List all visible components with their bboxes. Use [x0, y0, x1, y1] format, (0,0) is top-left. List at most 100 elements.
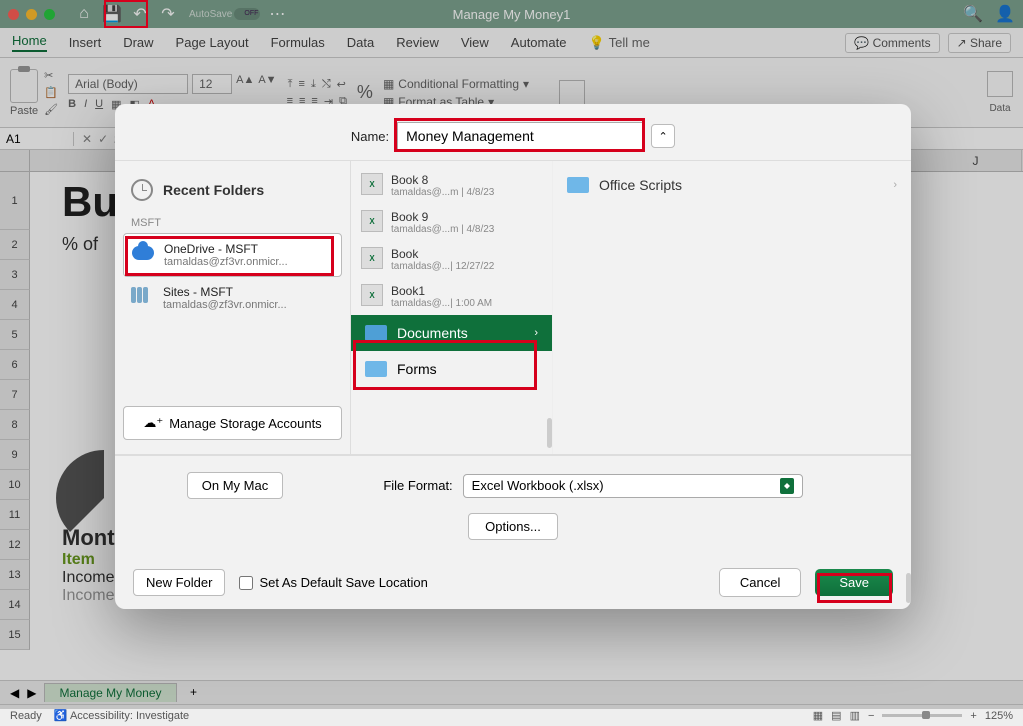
row-header[interactable]: 9 — [0, 440, 30, 470]
analyze-data-icon[interactable] — [987, 71, 1013, 97]
more-icon[interactable]: ⋯ — [266, 3, 288, 25]
documents-label: Documents — [397, 325, 468, 341]
row-header[interactable]: 1 — [0, 172, 30, 230]
name-box[interactable]: A1 — [0, 132, 74, 146]
on-my-mac-button[interactable]: On My Mac — [187, 472, 283, 499]
row-header[interactable]: 2 — [0, 230, 30, 260]
view-normal-icon[interactable]: ▦ — [813, 709, 823, 722]
insert-cells-icon[interactable] — [559, 80, 585, 106]
row-header[interactable]: 7 — [0, 380, 30, 410]
increase-font-icon[interactable]: A▲ — [236, 74, 254, 94]
cancel-button[interactable]: Cancel — [719, 568, 801, 597]
tab-data[interactable]: Data — [347, 35, 374, 50]
recent-folders-item[interactable]: Recent Folders — [123, 175, 342, 205]
dialog-middle: On My Mac File Format: Excel Workbook (.… — [115, 455, 911, 556]
fullscreen-window-icon[interactable] — [44, 9, 55, 20]
view-page-break-icon[interactable]: ▥ — [850, 709, 860, 722]
format-painter-icon[interactable]: 🖌 — [44, 103, 58, 116]
orientation-icon[interactable]: ⤭ — [322, 78, 331, 91]
cancel-formula-icon[interactable]: ✕ — [82, 132, 92, 146]
list-item[interactable]: X Book 9tamaldas@...m | 4/8/23 — [351, 204, 552, 241]
prev-sheet-icon[interactable]: ◀ — [10, 686, 19, 700]
subfolder-column: Office Scripts › — [553, 161, 911, 454]
zoom-level[interactable]: 125% — [985, 710, 1013, 722]
confirm-formula-icon[interactable]: ✓ — [98, 132, 108, 146]
new-folder-button[interactable]: New Folder — [133, 569, 225, 596]
bold-icon[interactable]: B — [68, 98, 76, 111]
font-name-select[interactable]: Arial (Body) — [68, 74, 188, 94]
zoom-out-icon[interactable]: − — [868, 710, 874, 722]
home-icon[interactable]: ⌂ — [73, 3, 95, 25]
list-item[interactable]: X Booktamaldas@...| 12/27/22 — [351, 241, 552, 278]
tab-home[interactable]: Home — [12, 33, 47, 52]
underline-icon[interactable]: U — [95, 98, 103, 111]
manage-storage-button[interactable]: ☁⁺ Manage Storage Accounts — [123, 406, 342, 440]
row-header[interactable]: 13 — [0, 560, 30, 590]
row-header[interactable]: 15 — [0, 620, 30, 650]
tab-review[interactable]: Review — [396, 35, 439, 50]
italic-icon[interactable]: I — [84, 98, 87, 111]
select-all-corner[interactable] — [0, 150, 30, 171]
scrollbar[interactable] — [547, 418, 552, 448]
decrease-font-icon[interactable]: A▼ — [258, 74, 276, 94]
office-scripts-folder[interactable]: Office Scripts › — [553, 167, 911, 203]
wrap-text-icon[interactable]: ↩ — [337, 78, 346, 91]
status-accessibility[interactable]: ♿ Accessibility: Investigate — [54, 709, 189, 722]
default-location-checkbox[interactable]: Set As Default Save Location — [239, 575, 427, 590]
row-header[interactable]: 4 — [0, 290, 30, 320]
row-header[interactable]: 11 — [0, 500, 30, 530]
row-header[interactable]: 12 — [0, 530, 30, 560]
search-icon[interactable]: 🔍 — [963, 4, 983, 24]
sheet-tab-active[interactable]: Manage My Money — [44, 683, 176, 702]
tab-automate[interactable]: Automate — [511, 35, 567, 50]
tab-formulas[interactable]: Formulas — [271, 35, 325, 50]
add-sheet-button[interactable]: + — [185, 684, 203, 702]
tell-me[interactable]: 💡 Tell me — [588, 35, 649, 51]
align-bottom-icon[interactable]: ⤓ — [311, 78, 316, 91]
conditional-formatting-button[interactable]: ▦ Conditional Formatting ▾ — [383, 77, 529, 91]
file-detail: tamaldas@...| 12/27/22 — [391, 261, 494, 272]
scrollbar[interactable] — [906, 573, 911, 603]
highlight-box — [817, 573, 892, 603]
view-page-layout-icon[interactable]: ▤ — [831, 709, 841, 722]
tab-insert[interactable]: Insert — [69, 35, 102, 50]
tab-view[interactable]: View — [461, 35, 489, 50]
comments-button[interactable]: 💬 Comments — [845, 33, 939, 53]
account-icon[interactable]: 👤 — [995, 4, 1015, 24]
options-button[interactable]: Options... — [468, 513, 558, 540]
locations-sidebar: Recent Folders MSFT OneDrive - MSFT tama… — [115, 161, 351, 454]
status-bar: Ready ♿ Accessibility: Investigate ▦ ▤ ▥… — [0, 704, 1023, 726]
accessibility-label: Accessibility: Investigate — [70, 710, 189, 722]
share-button[interactable]: ↗ Share — [948, 33, 1011, 53]
copy-icon[interactable]: 📋 — [44, 86, 58, 99]
row-header[interactable]: 10 — [0, 470, 30, 500]
redo-icon[interactable]: ↷ — [157, 3, 179, 25]
sites-location[interactable]: Sites - MSFT tamaldas@zf3vr.onmicr... — [123, 277, 342, 319]
tab-page-layout[interactable]: Page Layout — [176, 35, 249, 50]
align-middle-icon[interactable]: ≡ — [299, 78, 305, 91]
percent-icon[interactable]: % — [357, 82, 373, 103]
row-header[interactable]: 5 — [0, 320, 30, 350]
list-item[interactable]: X Book1tamaldas@...| 1:00 AM — [351, 278, 552, 315]
font-size-select[interactable]: 12 — [192, 74, 232, 94]
col-header-j[interactable]: J — [930, 150, 1022, 171]
minimize-window-icon[interactable] — [26, 9, 37, 20]
file-format-select[interactable]: Excel Workbook (.xlsx) — [463, 474, 803, 498]
checkbox-input[interactable] — [239, 576, 253, 590]
zoom-slider[interactable] — [882, 714, 962, 717]
list-item[interactable]: X Book 8tamaldas@...m | 4/8/23 — [351, 167, 552, 204]
row-header[interactable]: 14 — [0, 590, 30, 620]
expand-button[interactable]: ⌃ — [651, 124, 675, 148]
autosave-toggle[interactable]: AutoSave OFF — [189, 8, 260, 20]
align-top-icon[interactable]: ⤒ — [288, 78, 293, 91]
tab-draw[interactable]: Draw — [123, 35, 153, 50]
paste-button[interactable]: Paste — [10, 69, 38, 117]
cut-icon[interactable]: ✂ — [44, 69, 58, 82]
row-header[interactable]: 8 — [0, 410, 30, 440]
zoom-in-icon[interactable]: + — [970, 710, 976, 722]
comments-label: Comments — [873, 36, 931, 50]
row-header[interactable]: 3 — [0, 260, 30, 290]
close-window-icon[interactable] — [8, 9, 19, 20]
next-sheet-icon[interactable]: ▶ — [27, 686, 36, 700]
row-header[interactable]: 6 — [0, 350, 30, 380]
